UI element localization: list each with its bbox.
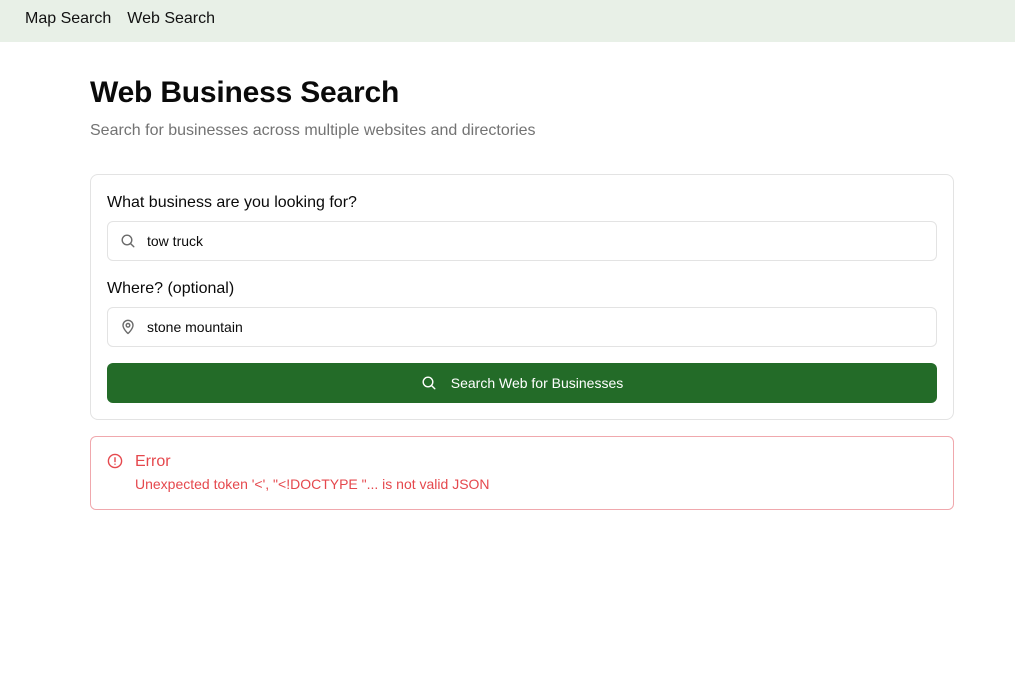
search-form-card: What business are you looking for? Where… [90,174,954,420]
search-web-button[interactable]: Search Web for Businesses [107,363,937,403]
error-title: Error [135,453,171,470]
location-input-wrapper [107,307,937,347]
search-button-label: Search Web for Businesses [450,375,624,391]
location-field-label: Where? (optional) [107,280,235,297]
search-icon [421,375,437,391]
page-subtitle: Search for businesses across multiple we… [90,122,536,139]
error-alert: Error Unexpected token '<', "<!DOCTYPE "… [90,436,954,510]
nav-link-web-search[interactable]: Web Search [127,11,215,27]
error-message: Unexpected token '<', "<!DOCTYPE "... is… [135,476,490,492]
business-field-label: What business are you looking for? [107,194,357,211]
business-input-wrapper [107,221,937,261]
nav-link-map-search[interactable]: Map Search [25,11,111,27]
search-icon [120,233,136,249]
business-search-input[interactable] [147,222,927,260]
top-navigation: Map Search Web Search [0,0,1015,42]
map-pin-icon [120,319,136,335]
location-input[interactable] [147,308,927,346]
page-title: Web Business Search [90,76,400,109]
alert-circle-icon [107,453,123,469]
